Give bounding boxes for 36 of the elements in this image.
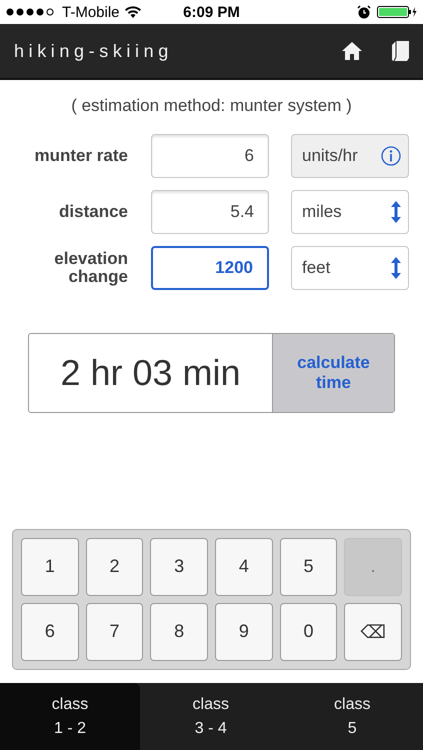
keypad-key[interactable]: 5 bbox=[280, 538, 338, 596]
number-field[interactable]: 1200 bbox=[151, 246, 269, 290]
home-icon[interactable] bbox=[342, 42, 362, 60]
class-tab[interactable]: class 1 - 2 bbox=[0, 683, 140, 750]
book-icon[interactable] bbox=[392, 41, 409, 61]
clock-time: 6:09 PM bbox=[183, 4, 240, 20]
keypad-key[interactable]: ⌫ bbox=[344, 602, 402, 661]
number-field[interactable]: 5.4 bbox=[151, 190, 269, 234]
number-field[interactable]: 6 bbox=[151, 134, 269, 178]
unit-select[interactable]: miles bbox=[291, 190, 409, 234]
keypad-key[interactable]: 4 bbox=[215, 538, 273, 596]
keypad-key[interactable]: 2 bbox=[86, 538, 144, 596]
keypad-key[interactable]: 9 bbox=[215, 602, 273, 661]
updown-arrow-icon bbox=[391, 257, 401, 279]
result-time: 2 hr 03 min bbox=[59, 351, 242, 395]
keypad-key[interactable]: 6 bbox=[21, 602, 79, 661]
info-icon[interactable] bbox=[381, 146, 401, 166]
keypad-key[interactable]: 7 bbox=[86, 602, 144, 661]
field-label: distance bbox=[58, 203, 128, 221]
field-label: munter rate bbox=[33, 147, 128, 165]
updown-arrow-icon bbox=[391, 201, 401, 223]
app-title: hiking-skiing bbox=[14, 40, 173, 62]
class-tab[interactable]: class 3 - 4 bbox=[140, 683, 282, 750]
field-label: elevation change bbox=[53, 250, 128, 286]
unit-display: units/hr bbox=[291, 134, 409, 178]
class-tab[interactable]: class 5 bbox=[282, 683, 423, 750]
carrier-name: T-Mobile bbox=[62, 4, 120, 20]
keypad-key[interactable]: 3 bbox=[150, 538, 208, 596]
keypad-key[interactable]: 8 bbox=[150, 602, 208, 661]
keypad-key[interactable]: 1 bbox=[21, 538, 79, 596]
battery-icon bbox=[377, 6, 417, 18]
wifi-icon bbox=[124, 6, 141, 18]
keypad-key[interactable]: 0 bbox=[280, 602, 338, 661]
method-caption: ( estimation method: munter system ) bbox=[70, 96, 353, 116]
alarm-icon bbox=[357, 5, 371, 19]
unit-select[interactable]: feet bbox=[291, 246, 409, 290]
